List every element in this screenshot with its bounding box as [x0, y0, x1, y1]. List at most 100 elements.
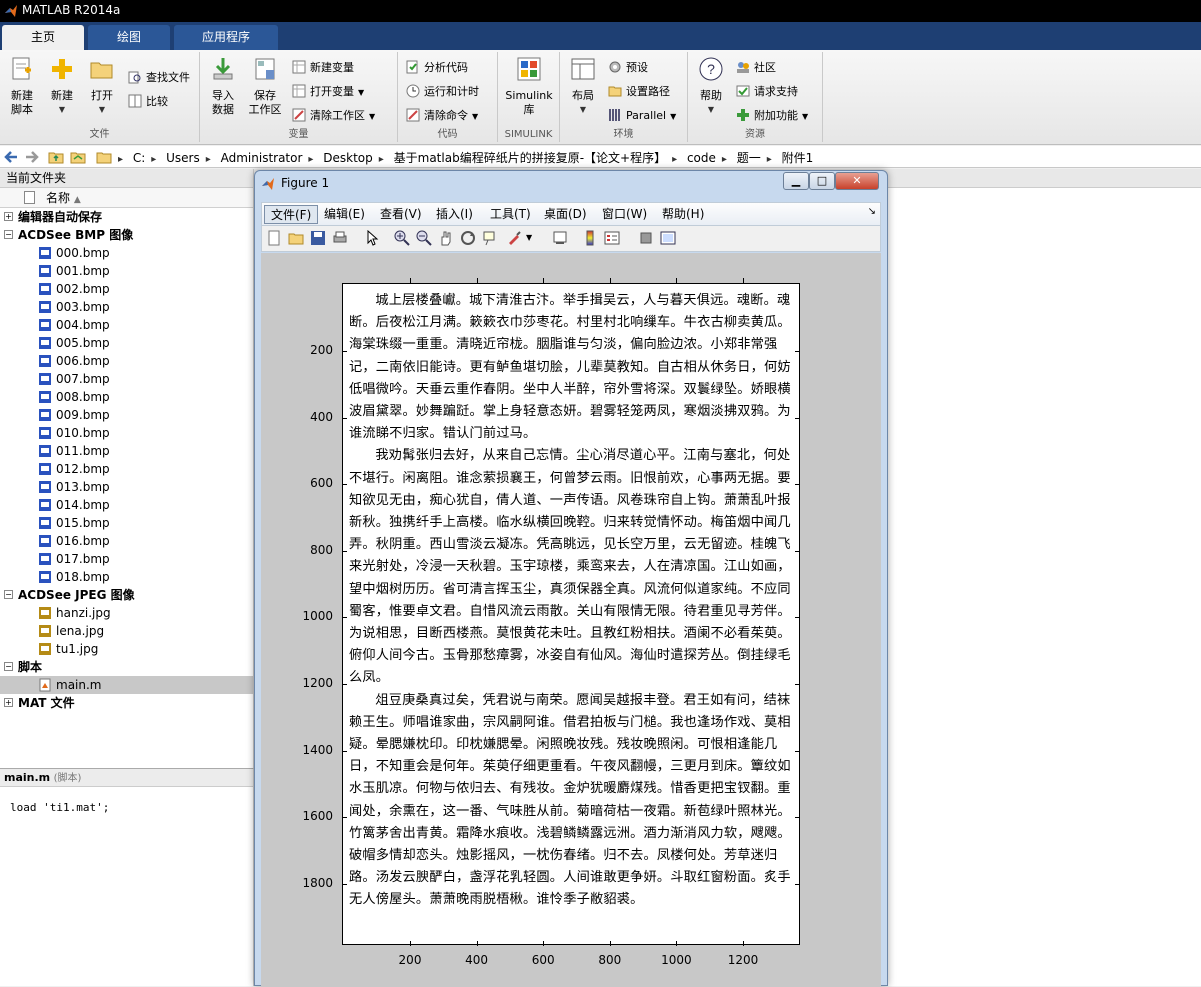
brush-dropdown-icon[interactable]: ▼	[526, 233, 532, 242]
file-list-item[interactable]: 000.bmp	[0, 244, 253, 262]
axes[interactable]: 城上层楼叠巘。城下清淮古汴。举手揖吴云，人与暮天俱远。魂断。魂断。后夜松江月满。…	[342, 283, 800, 945]
show-plot-tools-icon[interactable]	[660, 230, 676, 246]
file-list-item[interactable]: 013.bmp	[0, 478, 253, 496]
menu-edit[interactable]: 编辑(E)	[318, 205, 371, 224]
run-and-time-button[interactable]: 运行和计时	[406, 82, 479, 102]
breadcrumb-item[interactable]: 题一	[737, 151, 761, 165]
folder-group-header[interactable]: + MAT 文件	[0, 694, 253, 712]
breadcrumb-item[interactable]: Users	[166, 151, 200, 165]
help-button[interactable]: ? 帮助 ▼	[692, 56, 730, 117]
analyze-code-button[interactable]: 分析代码	[406, 58, 468, 78]
file-list-item[interactable]: 014.bmp	[0, 496, 253, 514]
simulink-library-button[interactable]: Simulink 库	[504, 56, 554, 117]
tab-plots[interactable]: 绘图	[88, 25, 170, 50]
find-files-button[interactable]: 查找文件	[128, 68, 190, 88]
preferences-button[interactable]: 预设	[608, 58, 648, 78]
file-list-item[interactable]: main.m	[0, 676, 253, 694]
folder-group-header[interactable]: − ACDSee JPEG 图像	[0, 586, 253, 604]
breadcrumb-item[interactable]: C:	[133, 151, 145, 165]
expand-icon[interactable]: +	[4, 212, 13, 221]
link-plot-icon[interactable]	[552, 230, 568, 246]
browse-folder-icon[interactable]	[70, 149, 86, 165]
colorbar-icon[interactable]	[582, 230, 598, 246]
folder-group-header[interactable]: + 编辑器自动保存	[0, 208, 253, 226]
collapse-icon[interactable]: −	[4, 662, 13, 671]
file-list-item[interactable]: 012.bmp	[0, 460, 253, 478]
file-list-item[interactable]: 002.bmp	[0, 280, 253, 298]
new-button[interactable]: 新建 ▼	[44, 56, 80, 117]
folder-group-header[interactable]: − ACDSee BMP 图像	[0, 226, 253, 244]
collapse-icon[interactable]: −	[4, 230, 13, 239]
folder-group-header[interactable]: − 脚本	[0, 658, 253, 676]
community-button[interactable]: 社区	[736, 58, 776, 78]
file-list-item[interactable]: hanzi.jpg	[0, 604, 253, 622]
zoom-out-icon[interactable]	[416, 230, 432, 246]
file-list-item[interactable]: 005.bmp	[0, 334, 253, 352]
breadcrumb-item[interactable]: 基于matlab编程碎纸片的拼接复原-【论文+程序】	[394, 151, 666, 165]
breadcrumb-item[interactable]: Desktop	[323, 151, 373, 165]
file-list-item[interactable]: 010.bmp	[0, 424, 253, 442]
breadcrumb-item[interactable]: Administrator	[221, 151, 303, 165]
forward-arrow-icon[interactable]	[24, 149, 40, 165]
open-variable-button[interactable]: 打开变量 ▼	[292, 82, 364, 102]
file-list-item[interactable]: 011.bmp	[0, 442, 253, 460]
name-column-header[interactable]: 名称 ▲	[0, 188, 253, 208]
file-list-item[interactable]: 007.bmp	[0, 370, 253, 388]
file-list-item[interactable]: 006.bmp	[0, 352, 253, 370]
import-data-button[interactable]: 导入 数据	[204, 56, 242, 117]
new-script-button[interactable]: 新建 脚本	[4, 56, 40, 117]
print-icon[interactable]	[332, 230, 348, 246]
brush-icon[interactable]	[506, 230, 522, 246]
expand-icon[interactable]: +	[4, 698, 13, 707]
save-workspace-button[interactable]: 保存 工作区	[246, 56, 284, 117]
rotate-3d-icon[interactable]	[460, 230, 476, 246]
menu-desktop[interactable]: 桌面(D)	[538, 205, 593, 224]
collapse-icon[interactable]: −	[4, 590, 13, 599]
breadcrumb-item[interactable]: code	[687, 151, 716, 165]
menu-file[interactable]: 文件(F)	[264, 205, 319, 224]
up-folder-icon[interactable]	[48, 149, 64, 165]
close-button[interactable]: ✕	[835, 172, 879, 190]
back-arrow-icon[interactable]	[3, 149, 19, 165]
file-list-item[interactable]: 009.bmp	[0, 406, 253, 424]
set-path-button[interactable]: 设置路径	[608, 82, 670, 102]
zoom-in-icon[interactable]	[394, 230, 410, 246]
menu-help[interactable]: 帮助(H)	[656, 205, 710, 224]
open-file-icon[interactable]	[288, 230, 304, 246]
breadcrumb-item[interactable]: 附件1	[782, 151, 814, 165]
hide-plot-tools-icon[interactable]	[638, 230, 654, 246]
minimize-button[interactable]: ▁	[783, 172, 809, 190]
request-support-button[interactable]: 请求支持	[736, 82, 798, 102]
file-list-item[interactable]: 008.bmp	[0, 388, 253, 406]
data-cursor-icon[interactable]	[482, 230, 498, 246]
file-list-item[interactable]: 018.bmp	[0, 568, 253, 586]
menu-insert[interactable]: 插入(I)	[430, 205, 479, 224]
clear-commands-button[interactable]: 清除命令 ▼	[406, 106, 478, 126]
clear-workspace-button[interactable]: 清除工作区 ▼	[292, 106, 375, 126]
tab-home[interactable]: 主页	[2, 25, 84, 50]
compare-button[interactable]: 比较	[128, 92, 168, 112]
addons-button[interactable]: 附加功能 ▼	[736, 106, 808, 126]
file-list-item[interactable]: 015.bmp	[0, 514, 253, 532]
save-icon[interactable]	[310, 230, 326, 246]
file-list-item[interactable]: 001.bmp	[0, 262, 253, 280]
file-list-item[interactable]: 017.bmp	[0, 550, 253, 568]
file-list-item[interactable]: 016.bmp	[0, 532, 253, 550]
new-variable-button[interactable]: 新建变量	[292, 58, 354, 78]
menu-window[interactable]: 窗口(W)	[596, 205, 653, 224]
maximize-button[interactable]: □	[809, 172, 835, 190]
tab-apps[interactable]: 应用程序	[174, 25, 278, 50]
layout-button[interactable]: 布局 ▼	[564, 56, 602, 117]
parallel-button[interactable]: Parallel ▼	[608, 106, 676, 126]
file-list-item[interactable]: lena.jpg	[0, 622, 253, 640]
file-list-item[interactable]: tu1.jpg	[0, 640, 253, 658]
legend-icon[interactable]	[604, 230, 620, 246]
menu-view[interactable]: 查看(V)	[374, 205, 428, 224]
pointer-icon[interactable]	[364, 230, 380, 246]
file-list-item[interactable]: 004.bmp	[0, 316, 253, 334]
menu-tools[interactable]: 工具(T)	[484, 205, 537, 224]
file-list-item[interactable]: 003.bmp	[0, 298, 253, 316]
dock-arrow-icon[interactable]: ↘	[868, 206, 876, 217]
new-figure-icon[interactable]	[266, 230, 282, 246]
open-button[interactable]: 打开 ▼	[84, 56, 120, 117]
